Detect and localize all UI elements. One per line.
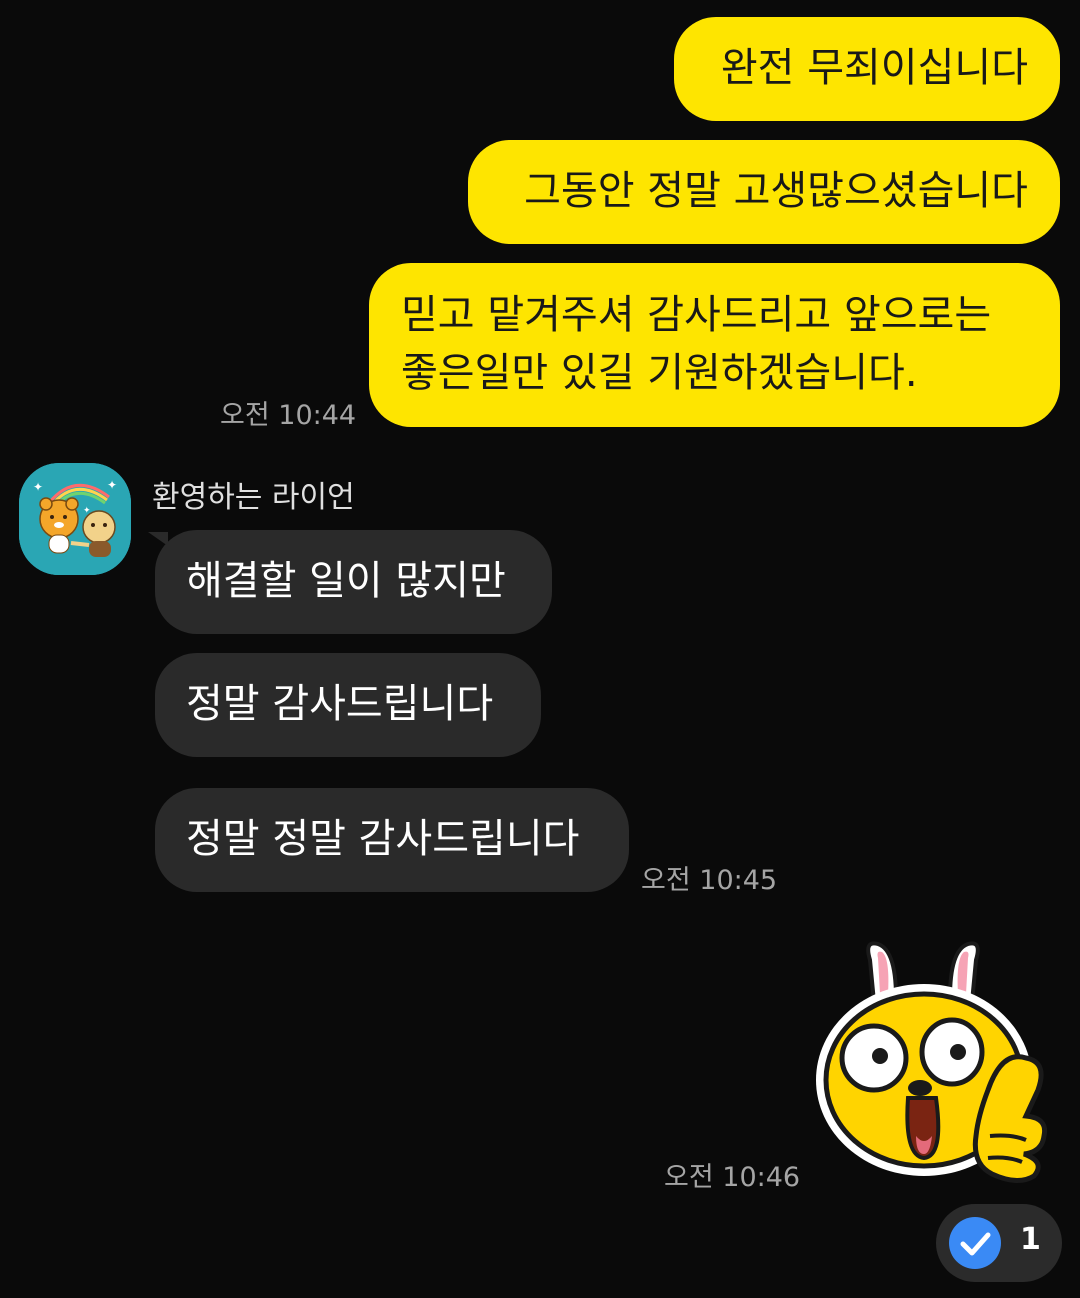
bunny-thumbs-up-emoticon-icon [816, 941, 1048, 1183]
check-circle-icon [949, 1217, 1001, 1269]
message-text: 그동안 정말 고생많으셨습니다 [524, 168, 1028, 214]
incoming-message[interactable]: 정말 감사드립니다 [155, 653, 541, 757]
message-text: 믿고 맡겨주셔 감사드리고 앞으로는 [401, 292, 992, 338]
ryan-and-friend-rainbow-avatar-icon: ✦ ✦ ✦ [19, 463, 131, 575]
incoming-message[interactable]: 정말 정말 감사드립니다 [155, 788, 629, 892]
sender-avatar[interactable]: ✦ ✦ ✦ [19, 463, 131, 575]
svg-text:✦: ✦ [107, 478, 117, 492]
incoming-message[interactable]: 해결할 일이 많지만 [155, 530, 552, 634]
message-text: 해결할 일이 많지만 [186, 558, 506, 604]
outgoing-message[interactable]: 완전 무죄이십니다 [674, 17, 1060, 121]
outgoing-message[interactable]: 믿고 맡겨주셔 감사드리고 앞으로는 좋은일만 있길 기원하겠습니다. [369, 263, 1060, 427]
outgoing-message[interactable]: 그동안 정말 고생많으셨습니다 [468, 140, 1060, 244]
message-text: 정말 감사드립니다 [186, 681, 494, 727]
message-text: 좋은일만 있길 기원하겠습니다. [401, 350, 918, 396]
message-text: 정말 정말 감사드립니다 [186, 816, 580, 862]
reaction-badge[interactable]: 1 [936, 1204, 1062, 1282]
message-text: 완전 무죄이십니다 [720, 45, 1028, 91]
sender-name: 환영하는 라이언 [152, 480, 355, 515]
message-timestamp: 오전 10:45 [641, 865, 778, 896]
message-timestamp: 오전 10:44 [220, 400, 357, 431]
message-timestamp: 오전 10:46 [664, 1162, 801, 1193]
svg-text:✦: ✦ [33, 480, 43, 494]
outgoing-emoticon[interactable] [812, 940, 1062, 1190]
reaction-count: 1 [1020, 1222, 1041, 1257]
